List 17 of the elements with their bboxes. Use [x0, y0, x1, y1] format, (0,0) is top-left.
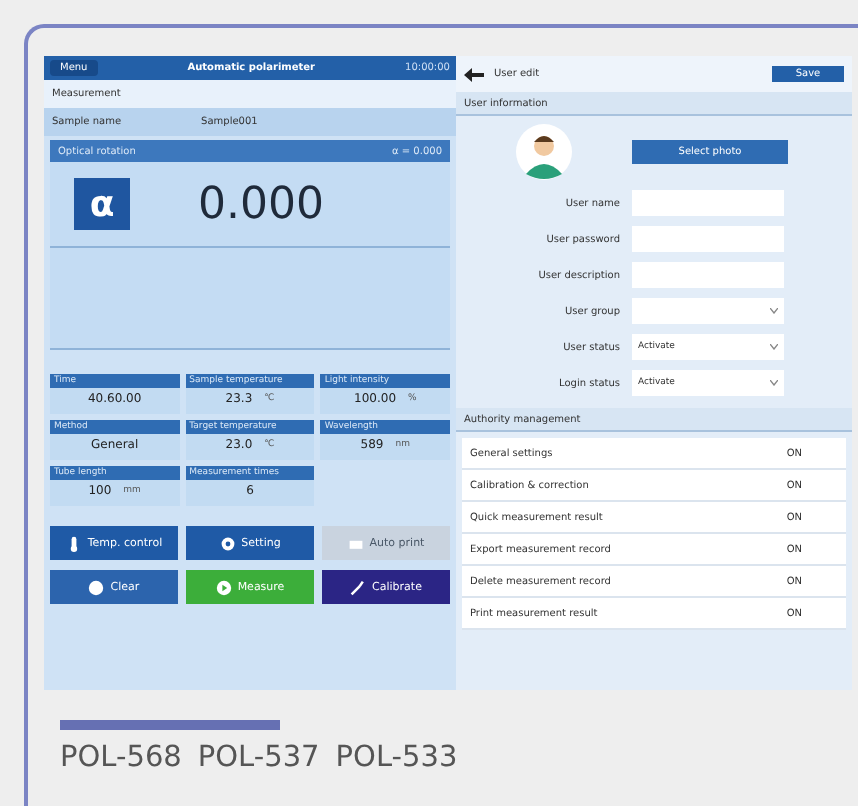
back-arrow-icon	[464, 67, 484, 81]
thermometer-icon	[65, 535, 82, 551]
alpha-symbol: α	[74, 178, 130, 230]
dropdown-field[interactable]	[632, 298, 784, 324]
model-name: POL-568	[60, 742, 182, 774]
input-field[interactable]	[632, 190, 784, 216]
chevron-down-icon	[770, 344, 778, 350]
model-name: POL-533	[335, 742, 458, 774]
gear-icon	[219, 535, 236, 551]
play-icon	[215, 579, 232, 595]
input-field[interactable]	[632, 226, 784, 252]
model-name: POL-537	[197, 742, 320, 774]
reading-value: 0.000	[198, 179, 324, 229]
chevron-down-icon	[770, 308, 778, 314]
avatar-icon	[516, 124, 572, 180]
input-field[interactable]	[632, 262, 784, 288]
chevron-down-icon	[770, 380, 778, 386]
